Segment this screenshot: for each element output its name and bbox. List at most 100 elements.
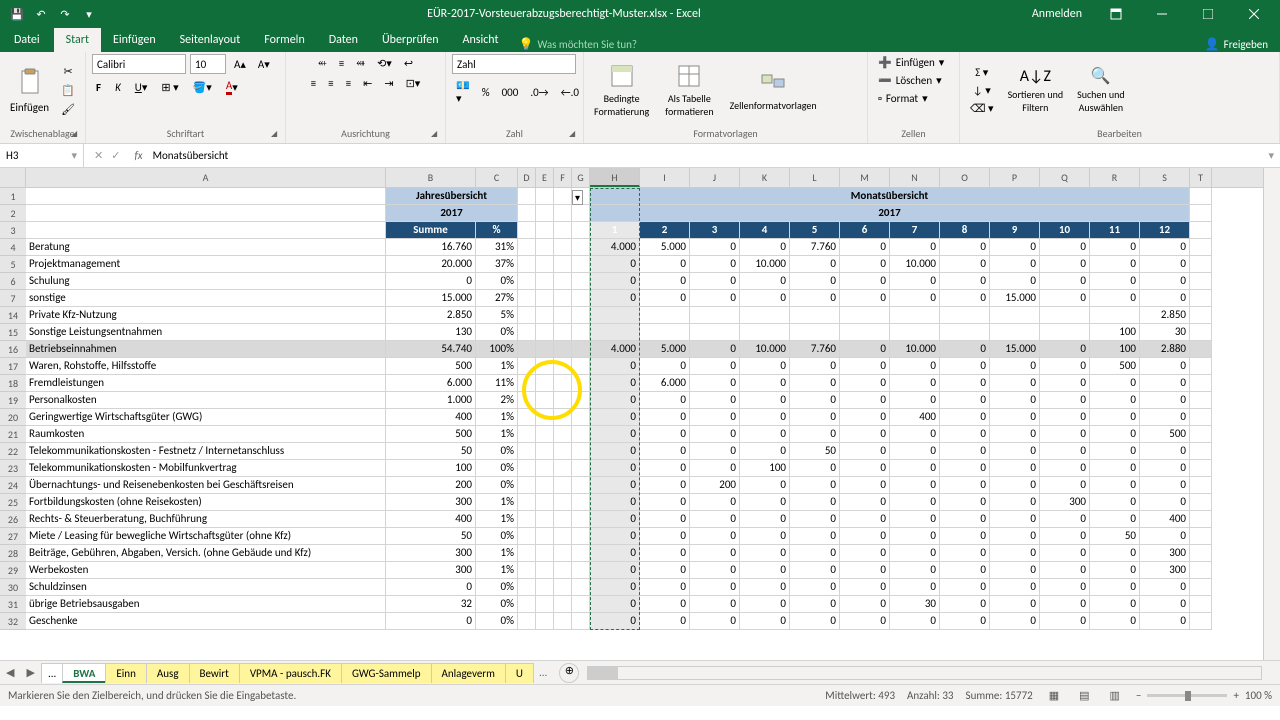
- format-as-table-button[interactable]: Als Tabelle formatieren: [661, 60, 717, 120]
- col-header-P[interactable]: P: [990, 168, 1040, 187]
- delete-cells-button[interactable]: ➖ Löschen ▾: [874, 72, 953, 89]
- col-header-C[interactable]: C: [476, 168, 518, 187]
- view-pagebreak-icon[interactable]: ▥: [1106, 687, 1124, 704]
- col-header-G[interactable]: G: [572, 168, 590, 187]
- font-name-input[interactable]: [92, 54, 186, 74]
- zoom-slider[interactable]: [1147, 694, 1227, 697]
- redo-icon[interactable]: ↷: [54, 3, 76, 25]
- col-header-F[interactable]: F: [554, 168, 572, 187]
- sheet-tab[interactable]: Anlageverm: [431, 663, 506, 683]
- paste-options-icon[interactable]: ▾: [572, 190, 583, 205]
- category-cell[interactable]: Raumkosten: [26, 426, 386, 443]
- row-header[interactable]: 19: [0, 392, 26, 409]
- row-header[interactable]: 15: [0, 324, 26, 341]
- sheet-tab[interactable]: VPMA - pausch.FK: [239, 663, 342, 683]
- sheet-nav-prev-icon[interactable]: ◀: [0, 666, 20, 679]
- col-header-B[interactable]: B: [386, 168, 476, 187]
- underline-icon[interactable]: U ▾: [131, 79, 152, 96]
- decrease-decimal-icon[interactable]: ←.0: [557, 77, 583, 107]
- col-header-E[interactable]: E: [536, 168, 554, 187]
- zoom-in-icon[interactable]: +: [1233, 689, 1238, 702]
- sheet-nav-next-icon[interactable]: ▶: [20, 666, 40, 679]
- category-cell[interactable]: Beiträge, Gebühren, Abgaben, Versich. (o…: [26, 545, 386, 562]
- clear-icon[interactable]: ⌫ ▾: [966, 100, 998, 117]
- orientation-icon[interactable]: ⟲▾: [373, 54, 396, 72]
- col-header-D[interactable]: D: [518, 168, 536, 187]
- tab-formeln[interactable]: Formeln: [252, 28, 316, 52]
- row-header[interactable]: 21: [0, 426, 26, 443]
- col-header-T[interactable]: T: [1190, 168, 1212, 187]
- view-pagelayout-icon[interactable]: ▤: [1075, 687, 1093, 704]
- conditional-format-button[interactable]: Bedingte Formatierung: [590, 60, 653, 120]
- col-header-N[interactable]: N: [890, 168, 940, 187]
- sheet-tab[interactable]: GWG-Sammelp: [341, 663, 432, 683]
- cell-styles-button[interactable]: Zellenformatvorlagen: [726, 67, 821, 114]
- number-launcher-icon[interactable]: ◢: [569, 129, 581, 141]
- file-tab[interactable]: Datei: [0, 28, 54, 52]
- alignment-launcher-icon[interactable]: ◢: [431, 129, 443, 141]
- thousands-icon[interactable]: 000: [498, 77, 523, 107]
- row-header[interactable]: 30: [0, 579, 26, 596]
- sheet-tab[interactable]: Ausg: [146, 663, 190, 683]
- category-cell[interactable]: Telekommunikationskosten - Festnetz / In…: [26, 443, 386, 460]
- row-header[interactable]: 17: [0, 358, 26, 375]
- align-bottom-icon[interactable]: ⬵: [352, 54, 369, 72]
- undo-icon[interactable]: ↶: [30, 3, 52, 25]
- row-header[interactable]: 14: [0, 307, 26, 324]
- currency-icon[interactable]: 💶▾: [452, 77, 474, 107]
- name-box[interactable]: H3▾: [0, 144, 84, 167]
- sheet-tab[interactable]: Einn: [105, 663, 146, 683]
- category-cell[interactable]: Waren, Rohstoffe, Hilfsstoffe: [26, 358, 386, 375]
- fx-icon[interactable]: fx: [130, 149, 146, 162]
- col-header-K[interactable]: K: [740, 168, 790, 187]
- col-header-L[interactable]: L: [790, 168, 840, 187]
- close-icon[interactable]: [1232, 0, 1276, 28]
- category-cell[interactable]: sonstige: [26, 290, 386, 307]
- decrease-font-icon[interactable]: A▾: [254, 56, 274, 73]
- cut-icon[interactable]: ✂: [57, 63, 79, 80]
- font-launcher-icon[interactable]: ◢: [271, 129, 283, 141]
- zoom-level[interactable]: 100 %: [1245, 689, 1272, 702]
- category-cell[interactable]: Private Kfz-Nutzung: [26, 307, 386, 324]
- merge-icon[interactable]: ⊡▾: [402, 75, 425, 92]
- number-format-select[interactable]: [452, 54, 576, 74]
- border-icon[interactable]: ⊞ ▾: [157, 79, 182, 96]
- indent-decrease-icon[interactable]: ⇤: [359, 75, 376, 92]
- tab-ansicht[interactable]: Ansicht: [451, 28, 511, 52]
- col-header-Q[interactable]: Q: [1040, 168, 1090, 187]
- category-cell[interactable]: Geschenke: [26, 613, 386, 630]
- italic-icon[interactable]: K: [111, 79, 125, 96]
- increase-font-icon[interactable]: A▴: [230, 56, 250, 73]
- row-header[interactable]: 4: [0, 239, 26, 256]
- paste-button[interactable]: Einfügen: [6, 65, 53, 116]
- category-cell[interactable]: Fremdleistungen: [26, 375, 386, 392]
- row-header[interactable]: 3: [0, 222, 26, 239]
- row-header[interactable]: 27: [0, 528, 26, 545]
- row-header[interactable]: 31: [0, 596, 26, 613]
- sheet-tab[interactable]: ...: [41, 663, 63, 683]
- tab-start[interactable]: Start: [54, 28, 101, 52]
- align-top-icon[interactable]: ⬴: [314, 54, 331, 72]
- align-left-icon[interactable]: ≡: [307, 75, 320, 92]
- ribbon-options-icon[interactable]: [1094, 0, 1138, 28]
- indent-increase-icon[interactable]: ⇥: [380, 75, 397, 92]
- col-header-O[interactable]: O: [940, 168, 990, 187]
- vertical-scrollbar[interactable]: [1263, 168, 1280, 660]
- share-button[interactable]: 👤 Freigeben: [1193, 37, 1280, 52]
- category-cell[interactable]: Schuldzinsen: [26, 579, 386, 596]
- col-header-J[interactable]: J: [690, 168, 740, 187]
- category-cell[interactable]: Personalkosten: [26, 392, 386, 409]
- row-header[interactable]: 16: [0, 341, 26, 358]
- row-header[interactable]: 2: [0, 205, 26, 222]
- row-header[interactable]: 28: [0, 545, 26, 562]
- font-color-icon[interactable]: A▾: [222, 77, 242, 97]
- save-icon[interactable]: 💾: [6, 3, 28, 25]
- format-painter-icon[interactable]: 🖌: [57, 101, 79, 118]
- align-right-icon[interactable]: ≡: [342, 75, 355, 92]
- align-center-icon[interactable]: ≡: [324, 75, 337, 92]
- row-header[interactable]: 25: [0, 494, 26, 511]
- row-header[interactable]: 23: [0, 460, 26, 477]
- category-cell[interactable]: Fortbildungskosten (ohne Reisekosten): [26, 494, 386, 511]
- font-size-input[interactable]: [190, 54, 226, 74]
- col-header-R[interactable]: R: [1090, 168, 1140, 187]
